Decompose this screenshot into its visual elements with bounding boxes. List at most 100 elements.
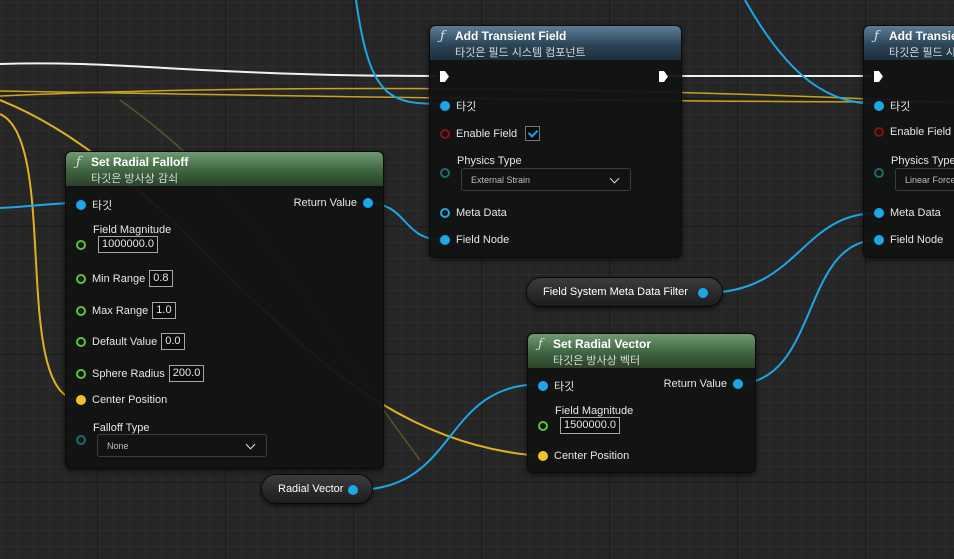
- dropdown-value: None: [107, 440, 129, 451]
- physics-type-label: Physics Type: [457, 155, 522, 167]
- exec-arrow-icon: [440, 71, 449, 82]
- field-magnitude-label: Field Magnitude: [555, 405, 634, 417]
- pin-label: Meta Data: [890, 207, 941, 219]
- object-pin-icon[interactable]: [698, 288, 708, 298]
- target-pin[interactable]: 타깃: [440, 98, 476, 114]
- blueprint-graph-canvas[interactable]: ƒ Add Transient Field 타깃은 필드 시스템 컴포넌트 타깃…: [0, 0, 954, 559]
- max-range-input[interactable]: 1.0: [152, 302, 176, 319]
- vector-pin-icon: [538, 451, 548, 461]
- function-icon: ƒ: [874, 29, 879, 44]
- radial-vector-variable-node[interactable]: Radial Vector: [261, 474, 373, 504]
- dropdown-value: External Strain: [471, 174, 531, 185]
- node-header: ƒ Set Radial Falloff 타깃은 방사상 감쇠: [66, 152, 383, 186]
- return-value-pin[interactable]: Return Value: [294, 197, 373, 209]
- float-pin-icon: [76, 336, 86, 347]
- pin-label: Enable Field: [890, 126, 952, 138]
- pin-label: Field Node: [890, 234, 944, 246]
- set-radial-vector-node[interactable]: ƒ Set Radial Vector 타깃은 방사상 벡터 타깃 Return…: [527, 333, 756, 473]
- target-pin[interactable]: 타깃: [76, 197, 112, 213]
- object-pin-icon: [440, 208, 450, 218]
- sphere-radius-input[interactable]: 200.0: [168, 365, 205, 382]
- enable-field-checkbox[interactable]: [525, 126, 541, 141]
- dropdown-value: Linear Force: [905, 174, 954, 185]
- field-magnitude-input[interactable]: 1500000.0: [560, 417, 620, 434]
- center-position-pin[interactable]: Center Position: [76, 394, 167, 406]
- falloff-type-pin[interactable]: [76, 435, 86, 445]
- meta-data-pin[interactable]: Meta Data: [874, 207, 941, 219]
- default-value-input[interactable]: 0.0: [161, 333, 185, 350]
- object-wire-top-2: [744, 0, 879, 105]
- object-pin-icon: [733, 379, 743, 389]
- bool-pin-icon: [874, 127, 884, 137]
- exec-in-pin[interactable]: [874, 71, 883, 82]
- object-pin-icon: [874, 101, 884, 111]
- exec-out-pin[interactable]: [659, 71, 668, 82]
- default-value-pin[interactable]: Default Value 0.0: [76, 333, 185, 350]
- pin-label: Center Position: [554, 450, 630, 462]
- target-pin[interactable]: 타깃: [538, 378, 574, 394]
- add-transient-field-node-1[interactable]: ƒ Add Transient Field 타깃은 필드 시스템 컴포넌트 타깃…: [429, 25, 682, 258]
- set-radial-falloff-node[interactable]: ƒ Set Radial Falloff 타깃은 방사상 감쇠 타깃 Retur…: [65, 151, 384, 469]
- node-subtitle: 타깃은 방사상 감쇠: [91, 173, 179, 185]
- pin-label: Meta Data: [456, 207, 507, 219]
- pin-label: Return Value: [663, 378, 727, 390]
- meta-data-pin[interactable]: Meta Data: [440, 207, 507, 219]
- node-subtitle: 타깃은 필드 시스템 컴포넌트: [455, 47, 586, 59]
- pin-label: 타깃: [92, 200, 113, 212]
- center-position-pin[interactable]: Center Position: [538, 450, 629, 462]
- physics-type-pin[interactable]: [440, 168, 450, 178]
- pin-label: 타깃: [554, 381, 575, 393]
- object-pin-icon: [874, 235, 884, 245]
- object-pin-icon: [363, 198, 373, 208]
- physics-type-pin[interactable]: [874, 168, 884, 178]
- enable-field-pin[interactable]: Enable Field: [440, 126, 541, 141]
- field-magnitude-pin[interactable]: 1500000.0: [538, 417, 620, 434]
- physics-type-dropdown[interactable]: Linear Force: [895, 168, 954, 191]
- node-title: Radial Vector: [278, 483, 344, 495]
- enable-field-pin[interactable]: Enable Field: [874, 126, 951, 138]
- max-range-pin[interactable]: Max Range 1.0: [76, 302, 176, 319]
- physics-type-label: Physics Type: [891, 155, 954, 167]
- object-pin-icon: [440, 235, 450, 245]
- float-pin-icon: [538, 420, 548, 431]
- target-pin[interactable]: 타깃: [874, 98, 910, 114]
- enum-pin-icon: [874, 168, 884, 178]
- return-value-pin[interactable]: Return Value: [664, 378, 743, 390]
- field-magnitude-pin[interactable]: 1000000.0: [76, 236, 158, 253]
- object-pin-icon[interactable]: [348, 485, 358, 495]
- exec-arrow-icon: [874, 71, 883, 82]
- chevron-down-icon: [609, 173, 620, 184]
- min-range-input[interactable]: 0.8: [149, 270, 173, 287]
- pin-label: Return Value: [293, 197, 357, 209]
- falloff-type-dropdown[interactable]: None: [97, 434, 267, 457]
- node-header: ƒ Add Transient Field 타깃은 필드 시스템 컴포넌트: [430, 26, 681, 60]
- pin-label: 타깃: [890, 101, 911, 113]
- node-header: ƒ Add Transient Field 타깃은 필드 시스템 컴포넌트: [864, 26, 954, 60]
- exec-wire-in: [0, 62, 438, 77]
- float-pin-icon: [76, 305, 86, 316]
- field-node-pin[interactable]: Field Node: [874, 234, 943, 246]
- pin-label: Enable Field: [456, 127, 518, 140]
- min-range-pin[interactable]: Min Range 0.8: [76, 270, 173, 287]
- node-subtitle: 타깃은 방사상 벡터: [553, 355, 641, 367]
- node-header: ƒ Set Radial Vector 타깃은 방사상 벡터: [528, 334, 755, 368]
- object-pin-icon: [76, 200, 86, 210]
- node-title: Add Transient Field: [889, 29, 954, 43]
- pin-label: Min Range: [92, 272, 146, 285]
- field-node-pin[interactable]: Field Node: [440, 234, 509, 246]
- meta-data-filter-node[interactable]: Field System Meta Data Filter: [526, 277, 723, 307]
- float-pin-icon: [76, 273, 86, 284]
- pin-label: Center Position: [92, 394, 168, 406]
- object-pin-icon: [874, 208, 884, 218]
- chevron-down-icon: [245, 439, 256, 450]
- object-wire-vector-return: [735, 239, 879, 385]
- pin-label: Default Value: [92, 335, 158, 348]
- add-transient-field-node-2[interactable]: ƒ Add Transient Field 타깃은 필드 시스템 컴포넌트 타깃…: [863, 25, 954, 258]
- physics-type-dropdown[interactable]: External Strain: [461, 168, 631, 191]
- pin-label: Sphere Radius: [92, 367, 165, 380]
- falloff-type-label: Falloff Type: [93, 422, 150, 434]
- exec-in-pin[interactable]: [440, 71, 449, 82]
- field-magnitude-input[interactable]: 1000000.0: [98, 236, 158, 253]
- object-pin-icon: [538, 381, 548, 391]
- sphere-radius-pin[interactable]: Sphere Radius 200.0: [76, 365, 205, 382]
